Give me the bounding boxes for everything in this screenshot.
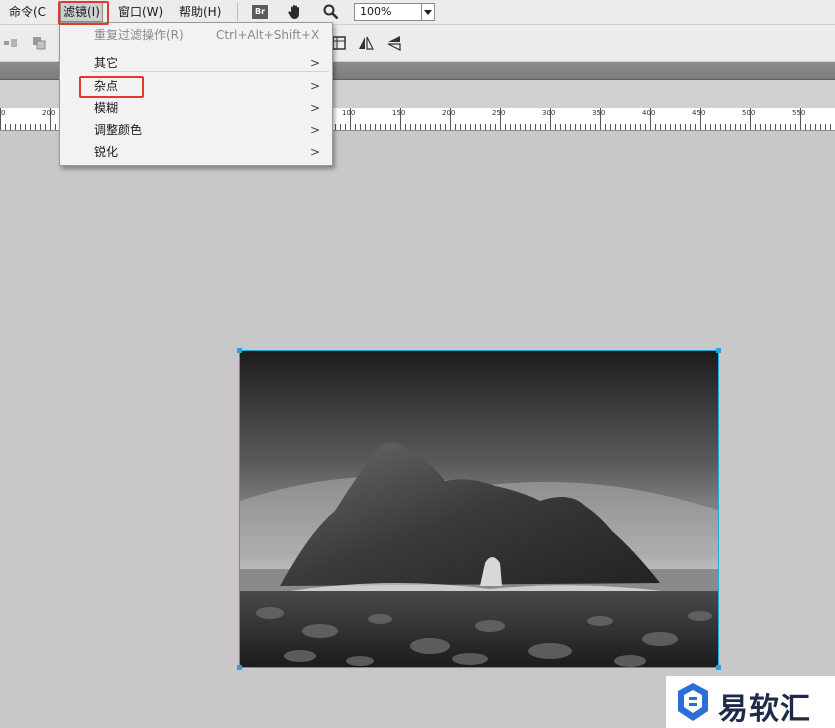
resize-handle[interactable]	[237, 348, 242, 353]
filter-menu-highlight	[58, 1, 109, 25]
flip-horizontal-icon[interactable]	[358, 35, 374, 51]
zoom-tool-icon[interactable]	[322, 3, 340, 21]
watermark-logo-icon	[676, 682, 710, 722]
menu-item-label: 锐化	[94, 145, 119, 159]
menu-item-label: 调整颜色	[94, 123, 143, 137]
resize-handle[interactable]	[716, 665, 721, 670]
align-icon[interactable]	[3, 35, 19, 51]
menu-item-label: 模糊	[94, 101, 119, 115]
ruler-label: 500	[742, 109, 756, 117]
ruler-label: 200	[442, 109, 456, 117]
zoom-value: 100%	[360, 5, 392, 18]
arrange-icon[interactable]	[31, 35, 47, 51]
menu-item-sharpen[interactable]: 锐化 >	[61, 141, 331, 163]
chevron-right-icon: >	[309, 79, 320, 93]
chevron-right-icon: >	[309, 101, 320, 115]
resize-handle[interactable]	[237, 665, 242, 670]
ruler-label: 550	[792, 109, 806, 117]
watermark-text: 易软汇	[718, 692, 811, 727]
ruler-label: 350	[592, 109, 606, 117]
menu-item-label: 其它	[94, 56, 119, 70]
noise-item-highlight	[79, 76, 144, 98]
chevron-right-icon: >	[309, 123, 320, 137]
menu-item-other[interactable]: 其它 >	[61, 52, 331, 74]
canvas-image[interactable]	[239, 350, 719, 668]
bridge-icon[interactable]: Br	[252, 5, 268, 19]
menu-item-adjust-color[interactable]: 调整颜色 >	[61, 119, 331, 141]
menu-item-repeat-filter[interactable]: 重复过滤操作(R) Ctrl+Alt+Shift+X	[61, 24, 331, 46]
ruler-label: 300	[542, 109, 556, 117]
ruler-label: 150	[392, 109, 406, 117]
menu-command[interactable]: 命令(C	[9, 3, 46, 21]
menu-item-label: 重复过滤操作(R)	[94, 28, 184, 42]
ruler-label: 400	[642, 109, 656, 117]
menu-item-blur[interactable]: 模糊 >	[61, 97, 331, 119]
resize-handle[interactable]	[716, 348, 721, 353]
chevron-right-icon: >	[309, 56, 320, 70]
chevron-right-icon: >	[309, 145, 320, 159]
hand-tool-icon[interactable]	[286, 3, 304, 21]
chevron-down-icon[interactable]	[421, 4, 434, 20]
watermark: 易软汇	[666, 676, 835, 728]
ruler-label: 200	[42, 109, 56, 117]
rock-arch-photo	[240, 351, 718, 667]
ruler-label: 250	[492, 109, 506, 117]
zoom-select[interactable]: 100%	[354, 3, 435, 21]
flip-vertical-icon[interactable]	[386, 35, 402, 51]
menu-item-shortcut: Ctrl+Alt+Shift+X	[216, 28, 320, 42]
ruler-label: 450	[692, 109, 706, 117]
ruler-label: 100	[342, 109, 356, 117]
grid-icon[interactable]	[331, 35, 347, 51]
menu-window[interactable]: 窗口(W)	[118, 3, 163, 21]
menu-help[interactable]: 帮助(H)	[179, 3, 221, 21]
ruler-label: 0	[1, 109, 6, 117]
menubar-divider	[237, 3, 238, 21]
